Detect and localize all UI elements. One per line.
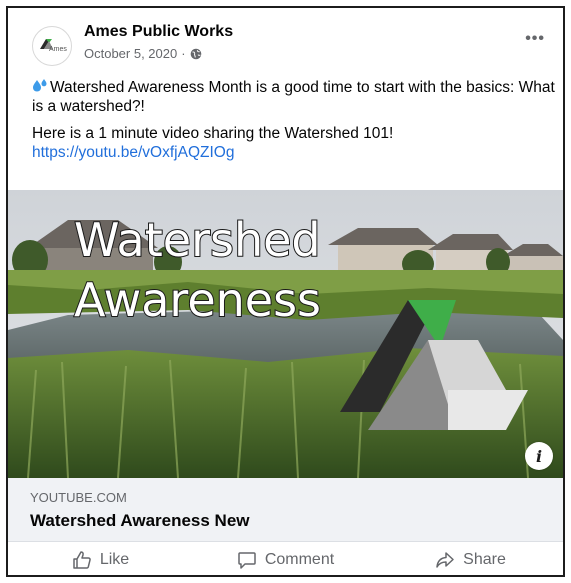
thumbs-up-icon [73,550,91,569]
info-button[interactable]: i [525,442,553,470]
video-link[interactable]: https://youtu.be/vOxfjAQZIOg [32,144,234,161]
link-preview[interactable]: YOUTUBE.COM Watershed Awareness New [8,478,563,542]
share-button[interactable]: Share [378,542,563,575]
post-date[interactable]: October 5, 2020 [84,46,177,61]
share-label: Share [463,550,506,568]
post-meta: October 5, 2020 · [84,46,202,61]
author-name[interactable]: Ames Public Works [84,23,233,41]
share-icon [436,551,454,568]
comment-icon [238,551,256,569]
comment-label: Comment [264,550,335,568]
action-bar: Like Comment Share [8,542,563,575]
overlay-title-line-2: Awareness [74,273,321,327]
meta-separator: · [181,46,186,61]
post-header: Ames Ames Public Works October 5, 2020 ·… [8,8,563,70]
link-domain: YOUTUBE.COM [30,490,127,505]
video-thumbnail[interactable]: Watershed Awareness i [8,190,563,478]
ames-logo-icon: Ames [40,39,67,53]
more-options-button[interactable]: ••• [525,31,545,47]
watershed-scene-image: Watershed Awareness [8,190,563,478]
like-label: Like [99,550,130,568]
post-text-line-2: Here is a 1 minute video sharing the Wat… [32,125,394,142]
post-body: Watershed Awareness Month is a good time… [32,78,557,170]
globe-icon [190,48,201,59]
post-card: Ames Ames Public Works October 5, 2020 ·… [6,6,565,577]
avatar[interactable]: Ames [32,26,72,66]
link-title: Watershed Awareness New [30,511,250,530]
droplets-icon [33,79,47,92]
avatar-text: Ames [49,46,67,53]
comment-button[interactable]: Comment [193,542,378,575]
post-paragraph-2: Here is a 1 minute video sharing the Wat… [32,124,557,162]
post-text-line-1: Watershed Awareness Month is a good time… [32,79,555,115]
post-paragraph-1: Watershed Awareness Month is a good time… [32,78,557,116]
like-button[interactable]: Like [8,542,193,575]
overlay-title-line-1: Watershed [74,213,321,267]
